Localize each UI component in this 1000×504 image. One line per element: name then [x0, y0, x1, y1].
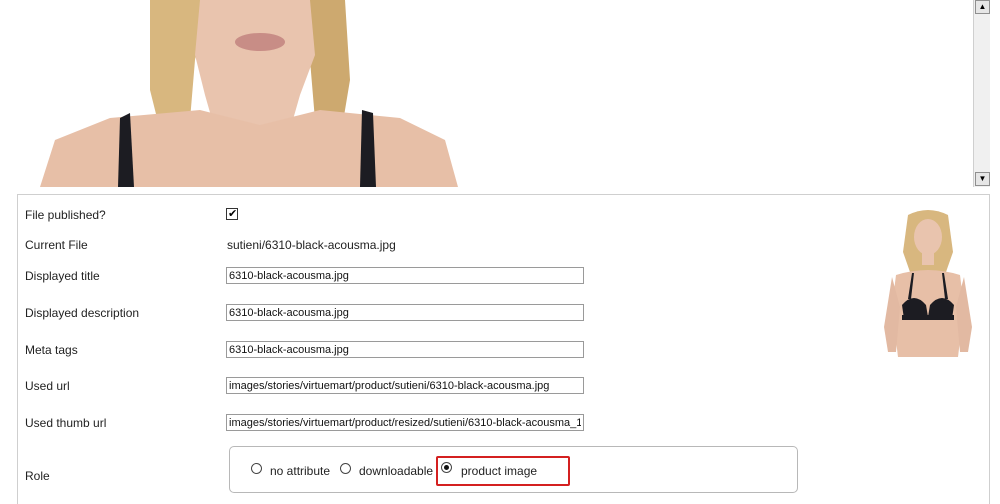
meta-tags-input[interactable]	[226, 341, 584, 358]
role-label: Role	[25, 469, 50, 483]
current-file-value: sutieni/6310-black-acousma.jpg	[227, 238, 396, 252]
radio-label-downloadable: downloadable	[359, 464, 434, 478]
image-preview-pane	[0, 0, 973, 187]
preview-scrollbar[interactable]: ▲ ▼	[973, 0, 990, 187]
used-url-input[interactable]	[226, 377, 584, 394]
meta-tags-label: Meta tags	[25, 343, 78, 357]
displayed-description-input[interactable]	[226, 304, 584, 321]
checkmark-icon: ✔	[228, 208, 238, 220]
radio-no-attribute[interactable]	[251, 463, 262, 474]
displayed-title-label: Displayed title	[25, 269, 100, 283]
file-published-checkbox[interactable]: ✔	[226, 208, 238, 220]
product-thumbnail[interactable]	[878, 207, 978, 357]
product-photo-large	[40, 0, 458, 187]
file-published-label: File published?	[25, 208, 106, 222]
used-thumb-url-label: Used thumb url	[25, 416, 107, 430]
selection-highlight-box	[436, 456, 570, 486]
radio-downloadable[interactable]	[340, 463, 351, 474]
used-thumb-url-input[interactable]	[226, 414, 584, 431]
displayed-title-input[interactable]	[226, 267, 584, 284]
radio-label-no-attribute: no attribute	[270, 464, 331, 478]
displayed-description-label: Displayed description	[25, 306, 140, 320]
scroll-down-icon[interactable]: ▼	[975, 172, 990, 186]
current-file-label: Current File	[25, 238, 88, 252]
scroll-up-icon[interactable]: ▲	[975, 0, 990, 14]
used-url-label: Used url	[25, 379, 70, 393]
